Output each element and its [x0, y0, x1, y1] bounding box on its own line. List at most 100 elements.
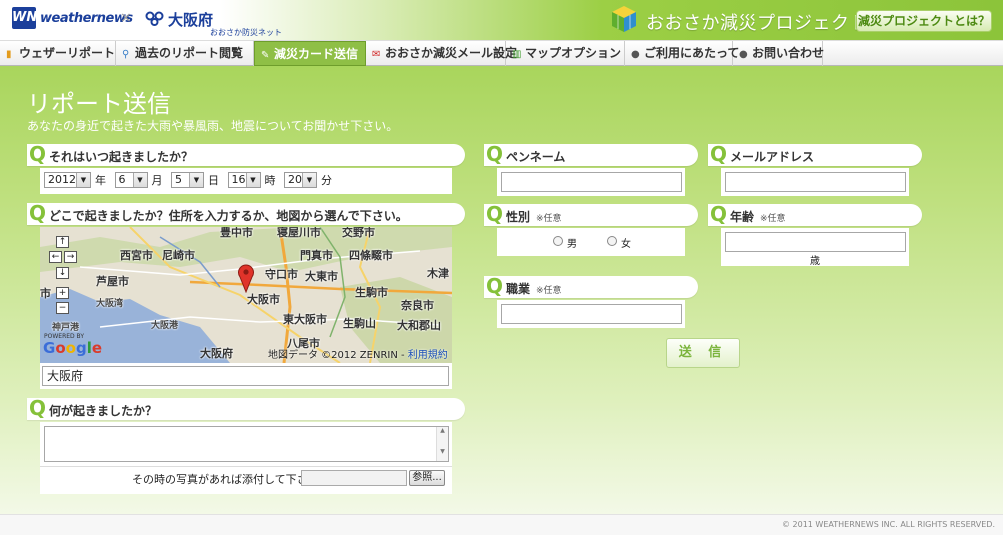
month-select[interactable]: 6 ▼ [114, 172, 148, 188]
hour-value: 16 [231, 173, 246, 186]
google-logo[interactable]: Google [43, 339, 102, 357]
gender-male-label: 男 [567, 239, 577, 250]
map-label: 生駒市 [355, 286, 388, 299]
nav-map-options[interactable]: ▥ マップオプション [506, 41, 625, 66]
location-pin-icon[interactable] [237, 263, 255, 293]
job-panel [497, 300, 685, 328]
gender-panel: 男 女 [497, 228, 685, 256]
q-icon: Q [29, 201, 47, 225]
nav-label: マップオプション [525, 46, 622, 60]
browse-button[interactable]: 参照... [409, 470, 445, 486]
terms-link[interactable]: 利用規約 [408, 350, 448, 361]
nav-contact[interactable]: ● お問い合わせ [733, 41, 825, 66]
question-age: Q 年齢 ※任意 [708, 202, 922, 226]
hour-select[interactable]: 16 ▼ [227, 172, 261, 188]
minute-select[interactable]: 20 ▼ [284, 172, 317, 188]
map-label: 守口市 [265, 268, 298, 281]
question-penname: Q ペンネーム [484, 142, 698, 166]
photo-file-input[interactable] [301, 470, 407, 486]
age-panel: 歳 [721, 228, 909, 267]
q-icon: Q [486, 142, 504, 166]
nav-label: 減災カード送信 [274, 47, 359, 61]
pan-up-control[interactable]: ↑ [56, 236, 69, 248]
osaka-prefecture-name[interactable]: 大阪府 [168, 9, 213, 30]
what-panel: ▲ ▼ その時の写真があれば添付して下さい。 参照... [40, 422, 452, 494]
question-label: ペンネーム [506, 150, 566, 164]
location-map[interactable]: 豊中市 寝屋川市 交野市 西宮市 尼崎市 門真市 四條畷市 守口市 大東市 木津… [40, 227, 452, 363]
zoom-out-control[interactable]: − [56, 302, 69, 314]
age-input[interactable] [725, 232, 906, 252]
scroll-down-icon[interactable]: ▼ [437, 448, 448, 455]
day-unit: 日 [208, 174, 219, 187]
description-textarea[interactable]: ▲ ▼ [44, 426, 449, 462]
map-label: 大阪市 [247, 293, 280, 306]
about-project-button[interactable]: 減災プロジェクトとは？ [856, 10, 992, 32]
question-job: Q 職業 ※任意 [484, 274, 698, 298]
email-panel [721, 168, 909, 196]
penname-input[interactable] [501, 172, 682, 192]
page-subtitle: あなたの身近で起きた大雨や暴風雨、地震についてお聞かせ下さい。 [27, 119, 399, 133]
gender-female-radio[interactable] [607, 236, 617, 246]
address-panel: 大阪府 [40, 363, 452, 389]
question-label: 職業 ※任意 [506, 280, 562, 297]
minute-unit: 分 [321, 174, 332, 187]
textarea-scrollbar[interactable]: ▲ ▼ [436, 427, 448, 461]
send-button[interactable]: 送 信 [666, 338, 740, 368]
main-nav: ▮ ウェザーリポート ⚲ 過去のリポート閲覧 ✎ 減災カード送信 ✉ おおさか減災メール… [0, 40, 1003, 66]
q-icon: Q [486, 274, 504, 298]
gender-label: 性別 [506, 210, 531, 224]
nav-label: お問い合わせ [752, 46, 825, 60]
map-label: 芦屋市 [96, 275, 129, 288]
gender-female-label: 女 [621, 239, 631, 250]
question-what: Q 何が起きましたか？ [27, 396, 465, 420]
project-cube-icon [612, 6, 636, 32]
address-input[interactable]: 大阪府 [42, 366, 449, 386]
map-copyright: 地図データ ©2012 ZENRIN - 利用規約 [268, 346, 448, 361]
pan-down-control[interactable]: ↓ [56, 267, 69, 279]
month-unit: 月 [151, 174, 163, 187]
nav-weather-report[interactable]: ▮ ウェザーリポート [0, 41, 116, 66]
day-select[interactable]: 5 ▼ [171, 172, 204, 188]
weathernews-logo[interactable]: WN [12, 7, 37, 29]
bullet-icon: ● [631, 49, 640, 60]
scroll-up-icon[interactable]: ▲ [437, 427, 448, 434]
optional-note: ※任意 [760, 214, 786, 224]
nav-label: 過去のリポート閲覧 [135, 46, 244, 60]
pan-left-control[interactable]: ← [49, 251, 62, 263]
pencil-icon: ✎ [261, 50, 270, 61]
chart-icon: ▥ [512, 49, 522, 60]
project-title: おおさか減災プロジェクト [646, 13, 868, 34]
year-select[interactable]: 2012 ▼ [44, 172, 91, 188]
question-where: Q どこで起きましたか？住所を入力するか、地図から選んで下さい。 [27, 201, 465, 225]
gender-male-radio[interactable] [553, 236, 563, 246]
chevron-down-icon: ▼ [76, 173, 90, 187]
nav-usage[interactable]: ● ご利用にあたって [625, 41, 739, 66]
search-icon: ⚲ [122, 49, 130, 60]
pan-right-control[interactable]: → [64, 251, 77, 263]
weathernews-wordmark[interactable]: weathernews [40, 11, 133, 26]
age-label: 年齢 [730, 210, 755, 224]
osaka-emblem-icon [145, 11, 164, 26]
email-input[interactable] [725, 172, 906, 192]
penname-panel [497, 168, 685, 196]
nav-past-reports[interactable]: ⚲ 過去のリポート閲覧 [116, 41, 254, 66]
zoom-in-control[interactable]: + [56, 287, 69, 299]
nav-label: ご利用にあたって [644, 46, 740, 60]
question-label: 性別 ※任意 [506, 208, 562, 225]
job-label: 職業 [506, 282, 531, 296]
nav-mail-settings[interactable]: ✉ おおさか減災メール設定 [366, 41, 517, 66]
mail-icon: ✉ [372, 49, 381, 60]
q-icon: Q [486, 202, 504, 226]
map-label: 東大阪市 [283, 313, 327, 326]
minute-value: 20 [288, 173, 302, 186]
map-copyright-text: 地図データ ©2012 ZENRIN - [268, 350, 408, 361]
map-label: 市 [40, 287, 51, 300]
map-label: 大阪港 [151, 321, 179, 331]
footer: © 2011 WEATHERNEWS INC. ALL RIGHTS RESER… [0, 514, 1003, 535]
map-label: 西宮市 [120, 249, 153, 262]
map-label: 寝屋川市 [277, 227, 321, 239]
nav-label: ウェザーリポート [19, 46, 116, 60]
map-label: 大和郡山 [397, 319, 441, 332]
job-input[interactable] [501, 304, 682, 324]
nav-send-card[interactable]: ✎ 減災カード送信 [254, 41, 366, 66]
